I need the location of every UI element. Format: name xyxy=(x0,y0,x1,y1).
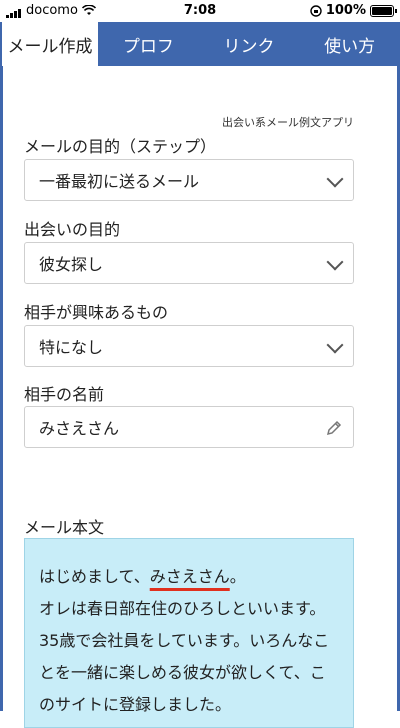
purpose-step-label: メールの目的（ステップ） xyxy=(24,137,217,156)
battery-percent: 100% xyxy=(325,3,366,18)
meeting-purpose-label: 出会いの目的 xyxy=(24,220,121,239)
name-value: みさえさん xyxy=(39,419,120,438)
purpose-step-select[interactable]: 一番最初に送るメール xyxy=(24,159,354,201)
greeting-prefix: はじめまして、 xyxy=(39,567,150,586)
chevron-down-icon xyxy=(326,253,344,271)
interest-value: 特になし xyxy=(39,338,104,357)
greeting-suffix: 。 xyxy=(229,567,246,586)
tab-create-mail[interactable]: メール作成 xyxy=(0,22,98,66)
meeting-purpose-value: 彼女探し xyxy=(39,255,104,274)
tab-profile[interactable]: プロフ xyxy=(98,22,199,66)
chevron-down-icon xyxy=(326,170,344,188)
interest-label: 相手が興味あるもの xyxy=(24,303,169,322)
purpose-step-value: 一番最初に送るメール xyxy=(39,172,200,191)
meeting-purpose-select[interactable]: 彼女探し xyxy=(24,242,354,284)
orientation-lock-icon xyxy=(310,4,322,17)
mail-body-paragraph: オレは春日部在住のひろしといいます。35歳で会社員をしています。いろんなことを一… xyxy=(39,599,330,714)
name-input[interactable]: みさえさん xyxy=(24,406,354,448)
status-bar: docomo 7:08 100% xyxy=(0,0,400,22)
mail-body-text[interactable]: はじめまして、みさえさん。 オレは春日部在住のひろしといいます。35歳で会社員を… xyxy=(24,538,354,728)
battery-icon xyxy=(370,4,397,17)
app-caption: 出会い系メール例文アプリ xyxy=(222,116,354,129)
tab-links[interactable]: リンク xyxy=(199,22,300,66)
tab-howto[interactable]: 使い方 xyxy=(299,22,400,66)
chevron-down-icon xyxy=(326,336,344,354)
name-label: 相手の名前 xyxy=(24,385,105,404)
mail-body-label: メール本文 xyxy=(24,518,105,537)
pencil-icon[interactable] xyxy=(325,419,343,437)
interest-select[interactable]: 特になし xyxy=(24,325,354,367)
tab-bar: メール作成 プロフ リンク 使い方 xyxy=(0,22,400,66)
greeting-name: みさえさん xyxy=(149,567,230,586)
